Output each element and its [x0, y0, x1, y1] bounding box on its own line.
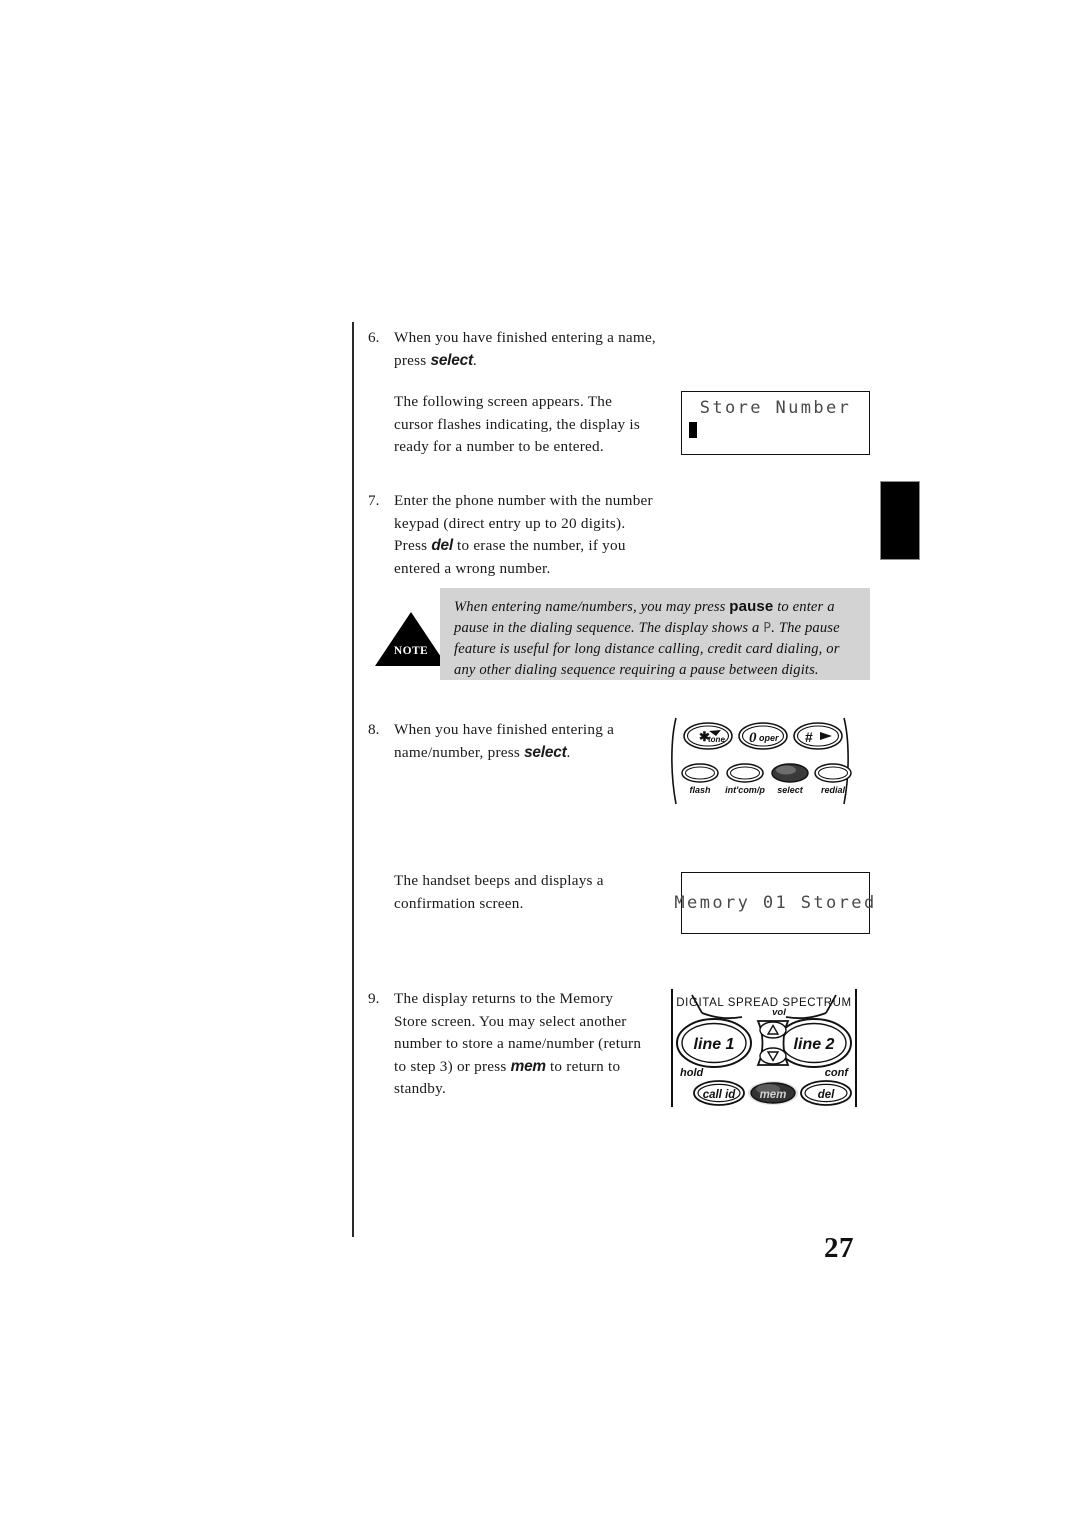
step-7: 7. Enter the phone number with the numbe…	[368, 490, 658, 580]
step-9: 9. The display returns to the Memory Sto…	[368, 988, 648, 1101]
svg-text:select: select	[777, 785, 804, 795]
svg-text:line 1: line 1	[694, 1036, 735, 1053]
keypad-button-flash: flash	[681, 763, 719, 795]
manual-page: 6. When you have finished entering a nam…	[0, 0, 1080, 1528]
svg-text:redial: redial	[821, 785, 846, 795]
svg-text:#: #	[805, 729, 813, 745]
step-6-text-after: .	[472, 351, 477, 369]
lcd-memory-stored-line1: Memory 01 Stored	[674, 893, 877, 913]
step-7-keyword: del	[431, 537, 453, 555]
step-9-text: The display returns to the Memory Store …	[394, 988, 648, 1101]
note-badge-label: NOTE	[393, 645, 429, 657]
step-8-number: 8.	[368, 721, 380, 738]
svg-text:oper: oper	[759, 733, 779, 743]
volume-rocker	[756, 1020, 790, 1066]
note-triangle-icon	[375, 612, 447, 666]
keypad-button-intcom-p: int'com/p	[725, 763, 765, 795]
step-9-number: 9.	[368, 990, 380, 1007]
base-button-del: del	[800, 1080, 852, 1106]
handset-keypad-illustration: ✱ tone 0 oper # flash int'com/p select r…	[668, 714, 858, 810]
step-7-number: 7.	[368, 492, 380, 509]
base-brand-text: DIGITAL SPREAD SPECTRUM	[676, 997, 851, 1009]
step-6: 6. When you have finished entering a nam…	[368, 327, 668, 372]
svg-text:line 2: line 2	[794, 1036, 835, 1053]
step-7-text: Enter the phone number with the number k…	[394, 490, 658, 580]
svg-text:call id: call id	[703, 1089, 737, 1101]
paragraph-handset-beeps: The handset beeps and displays a confirm…	[394, 872, 604, 912]
step-8-text: When you have finished entering a name/n…	[394, 719, 648, 764]
note-callout-box: When entering name/numbers, you may pres…	[440, 588, 870, 680]
base-unit-illustration: DIGITAL SPREAD SPECTRUM vol line 1 line …	[666, 983, 862, 1111]
keypad-button-star-tone: ✱ tone	[683, 722, 733, 750]
svg-text:0: 0	[749, 730, 757, 746]
step-8: 8. When you have finished entering a nam…	[368, 719, 648, 764]
base-button-call-id: call id	[693, 1080, 745, 1106]
note-badge: NOTE	[375, 612, 447, 666]
lcd-display-store-number: Store Number	[681, 391, 870, 455]
keypad-button-zero-oper: 0 oper	[738, 722, 788, 750]
paragraph-screen-appears: The following screen appears. The cursor…	[394, 393, 641, 456]
base-button-mem: mem	[748, 1081, 798, 1105]
keypad-button-pound: #	[793, 722, 843, 750]
base-label-conf: conf	[825, 1067, 850, 1079]
volume-label: vol	[772, 1007, 786, 1018]
step-6-keyword: select	[430, 351, 473, 369]
step-9-keyword: mem	[510, 1057, 547, 1075]
base-label-hold: hold	[680, 1067, 703, 1079]
svg-text:mem: mem	[760, 1089, 787, 1101]
note-text-part1: When entering name/numbers, you may pres…	[454, 599, 730, 615]
keypad-button-select: select	[771, 763, 809, 795]
step-8-text-after: .	[566, 743, 571, 761]
step-8-keyword: select	[524, 743, 567, 761]
lcd-store-number-line1: Store Number	[699, 398, 852, 418]
svg-text:del: del	[818, 1089, 835, 1101]
page-number: 27	[824, 1232, 854, 1264]
note-callout-text: When entering name/numbers, you may pres…	[454, 597, 856, 680]
lcd-display-memory-stored: Memory 01 Stored	[674, 872, 874, 934]
base-button-line-2: line 2	[776, 1018, 852, 1068]
step-6-number: 6.	[368, 329, 380, 346]
svg-text:tone: tone	[708, 735, 725, 744]
step-8-text-before: When you have finished entering a name/n…	[394, 721, 615, 761]
lcd-cursor-block	[689, 422, 697, 438]
note-keyword-pause: pause	[729, 598, 774, 615]
margin-divider-rule	[352, 322, 354, 1237]
chapter-thumb-tab	[880, 481, 920, 560]
svg-text:int'com/p: int'com/p	[725, 785, 765, 795]
base-button-line-1: line 1	[676, 1018, 752, 1068]
svg-text:flash: flash	[689, 785, 711, 795]
step-6-text: When you have finished entering a name, …	[394, 327, 668, 372]
